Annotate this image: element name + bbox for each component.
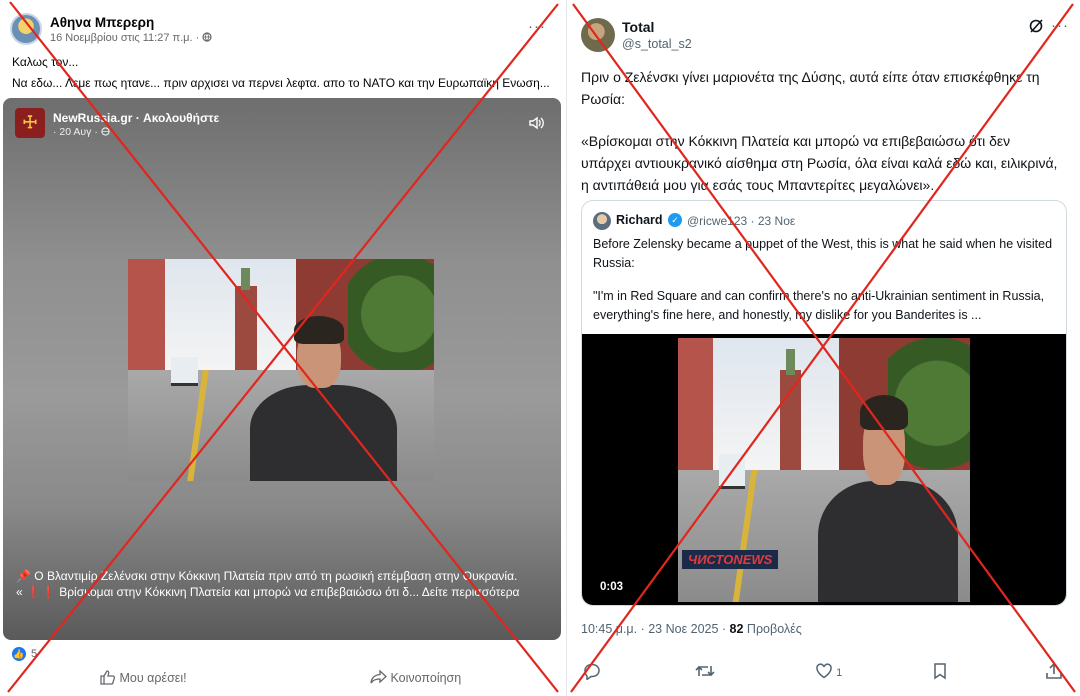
video-watermark: ЧИСТОNEWS — [682, 550, 779, 569]
heart-icon — [816, 663, 832, 679]
reply-icon — [584, 663, 600, 681]
video-van — [718, 454, 746, 489]
fb-author-name[interactable]: Αθηνα Μπερερη — [50, 15, 154, 30]
tw-author-avatar[interactable] — [581, 18, 615, 52]
like-thumb-icon — [100, 670, 116, 685]
retweet-icon — [695, 665, 715, 677]
twitter-post: Total @s_total_s2 ··· Πριν ο Ζελένσκι γί… — [566, 0, 1080, 696]
fb-caption-line1: 📌 Ο Βλαντιμίρ Ζελένσκι στην Κόκκινη Πλατ… — [16, 569, 518, 583]
video-van — [170, 356, 199, 387]
tw-quoted-post[interactable]: Richard ✓ @ricwe123 · 23 Νοε Before Zele… — [581, 200, 1067, 606]
tw-author-name[interactable]: Total — [622, 19, 654, 35]
video-tower — [780, 369, 801, 476]
tw-text-para2: «Βρίσκομαι στην Κόκκινη Πλατεία και μπορ… — [581, 133, 1058, 193]
grok-icon[interactable] — [1028, 18, 1044, 34]
tw-views-label: Προβολές — [743, 622, 802, 636]
tw-like-button[interactable]: 1 — [815, 662, 842, 682]
fb-shared-page-date-text: · 20 Αυγ · — [53, 126, 101, 138]
newrussia-logo[interactable]: ☩ — [15, 108, 45, 138]
tw-action-bar: 1 — [581, 662, 1067, 684]
quote-author-name[interactable]: Richard — [616, 213, 663, 227]
fb-post-text-line1: Καλως τον... — [12, 55, 79, 69]
quote-text-para2: "I'm in Red Square and can confirm there… — [593, 289, 1045, 322]
video-tower-top — [786, 348, 795, 375]
tw-reply-button[interactable] — [583, 662, 601, 682]
fb-reaction-count[interactable]: 5 — [31, 648, 37, 660]
video-time: 0:03 — [600, 581, 624, 593]
tw-more-button[interactable]: ··· — [1051, 17, 1069, 34]
fb-share-label[interactable]: Κοινοποίηση — [390, 671, 461, 685]
fb-shared-page-date: · 20 Αυγ · — [53, 126, 110, 138]
tw-timestamp-text[interactable]: 10:45 μ.μ. · 23 Νοε 2025 · — [581, 622, 730, 636]
tw-text-para1: Πριν ο Ζελένσκι γίνει μαριονέτα της Δύση… — [581, 69, 1040, 107]
tw-retweet-button[interactable] — [695, 662, 715, 682]
share-arrow-icon — [370, 669, 387, 684]
tw-bookmark-button[interactable] — [932, 662, 948, 682]
person-hair — [860, 394, 908, 431]
quote-text-para1: Before Zelensky became a puppet of the W… — [593, 237, 1053, 270]
globe-icon — [202, 32, 212, 42]
tw-share-button[interactable] — [1045, 662, 1063, 682]
tw-author-handle[interactable]: @s_total_s2 — [622, 37, 692, 51]
fb-share-button[interactable]: Κοινοποίηση — [370, 669, 461, 685]
person-body — [250, 384, 398, 481]
fb-shared-page-name[interactable]: NewRussia.gr · Ακολουθήστε — [53, 111, 219, 125]
video-tower-top — [241, 267, 251, 291]
video-person — [250, 316, 398, 481]
fb-shared-video-card[interactable]: ☩ NewRussia.gr · Ακολουθήστε · 20 Αυγ · — [3, 98, 561, 640]
fb-author-avatar[interactable] — [10, 13, 42, 45]
fb-like-label[interactable]: Μου αρέσει! — [119, 671, 186, 685]
person-body — [818, 480, 959, 602]
globe-icon — [101, 127, 110, 136]
verified-badge-icon: ✓ — [668, 213, 682, 227]
fb-post-date[interactable]: 16 Νοεμβρίου στις 11:27 π.μ. · — [50, 32, 212, 44]
tw-timestamp[interactable]: 10:45 μ.μ. · 23 Νοε 2025 · 82 Προβολές — [581, 622, 802, 636]
like-thumb-icon: 👍 — [12, 647, 26, 661]
bookmark-icon — [934, 663, 946, 680]
facebook-post: Αθηνα Μπερερη 16 Νοεμβρίου στις 11:27 π.… — [0, 0, 566, 696]
quote-text: Before Zelensky became a puppet of the W… — [593, 235, 1055, 325]
upload-icon — [1046, 662, 1062, 679]
fb-video-thumbnail[interactable] — [128, 259, 434, 481]
quote-video-player[interactable]: ЧИСТОNEWS 0:03 — [582, 334, 1066, 605]
speaker-icon[interactable] — [527, 114, 545, 132]
quote-author-handle[interactable]: @ricwe123 · 23 Νοε — [687, 214, 795, 228]
fb-like-button[interactable]: Μου αρέσει! — [100, 670, 187, 685]
fb-shared-caption: 📌 Ο Βλαντιμίρ Ζελένσκι στην Κόκκινη Πλατ… — [16, 568, 551, 600]
tw-like-count: 1 — [836, 667, 843, 679]
tw-post-text: Πριν ο Ζελένσκι γίνει μαριονέτα της Δύση… — [581, 66, 1061, 196]
fb-post-date-text[interactable]: 16 Νοεμβρίου στις 11:27 π.μ. · — [50, 32, 202, 44]
video-person — [818, 394, 959, 602]
person-hair — [294, 316, 345, 345]
fb-post-text-line2: Να εδω... Λεμε πως ητανε... πριν αρχισει… — [12, 76, 550, 90]
quote-video-frame[interactable]: ЧИСТОNEWS — [678, 338, 970, 602]
tw-views-count: 82 — [729, 622, 744, 636]
fb-caption-line2[interactable]: « ❗❗ Βρίσκομαι στην Κόκκινη Πλατεία και … — [16, 584, 551, 600]
fb-more-button[interactable]: ··· — [528, 18, 546, 35]
quote-author-avatar[interactable] — [593, 212, 611, 230]
